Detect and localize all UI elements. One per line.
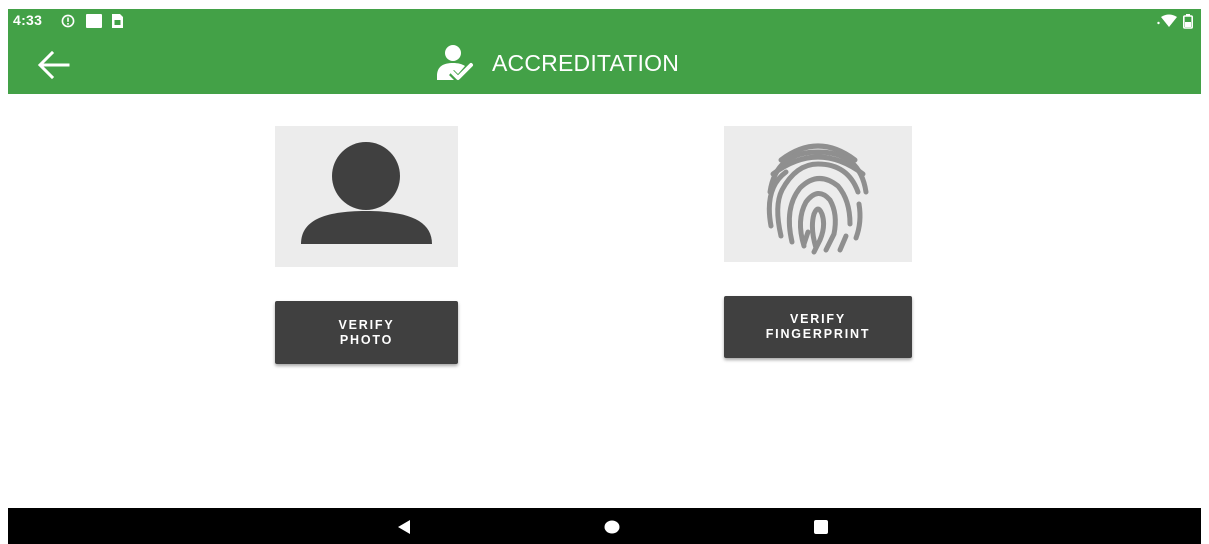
alert-circle-icon	[61, 14, 75, 28]
arrow-left-icon	[37, 50, 70, 80]
app-bar: ACCREDITATION	[8, 33, 1201, 94]
status-time: 4:33	[13, 12, 43, 28]
system-nav-bar	[8, 508, 1201, 544]
status-bar: 4:33	[8, 9, 1201, 33]
verify-fingerprint-button[interactable]: VERIFY FINGERPRINT	[724, 296, 912, 358]
user-check-icon	[437, 45, 473, 80]
verify-fingerprint-label-line2: FINGERPRINT	[765, 327, 871, 341]
square-notification-icon	[86, 14, 102, 28]
person-silhouette-icon	[301, 142, 432, 244]
verify-photo-button[interactable]: VERIFY PHOTO	[275, 301, 458, 364]
home-circle-icon[interactable]	[604, 520, 620, 534]
recents-square-icon[interactable]	[814, 520, 828, 534]
verify-photo-label-line2: PHOTO	[339, 332, 394, 347]
fingerprint-icon	[766, 143, 869, 255]
wifi-icon	[1157, 14, 1177, 27]
back-triangle-icon[interactable]	[396, 519, 412, 535]
page-title: ACCREDITATION	[492, 49, 680, 76]
battery-icon	[1183, 14, 1193, 29]
verify-photo-label-line1: VERIFY	[338, 317, 395, 332]
title-group: ACCREDITATION	[434, 43, 679, 83]
verify-fingerprint-label-line1: VERIFY	[790, 312, 846, 326]
fingerprint-preview	[724, 126, 912, 262]
app-frame: 4:33 ACCREDITATION VERIFY PHOTO VERIFY F…	[8, 0, 1201, 544]
back-button[interactable]	[32, 48, 76, 82]
photo-preview	[275, 126, 458, 267]
sim-card-icon	[112, 14, 123, 28]
